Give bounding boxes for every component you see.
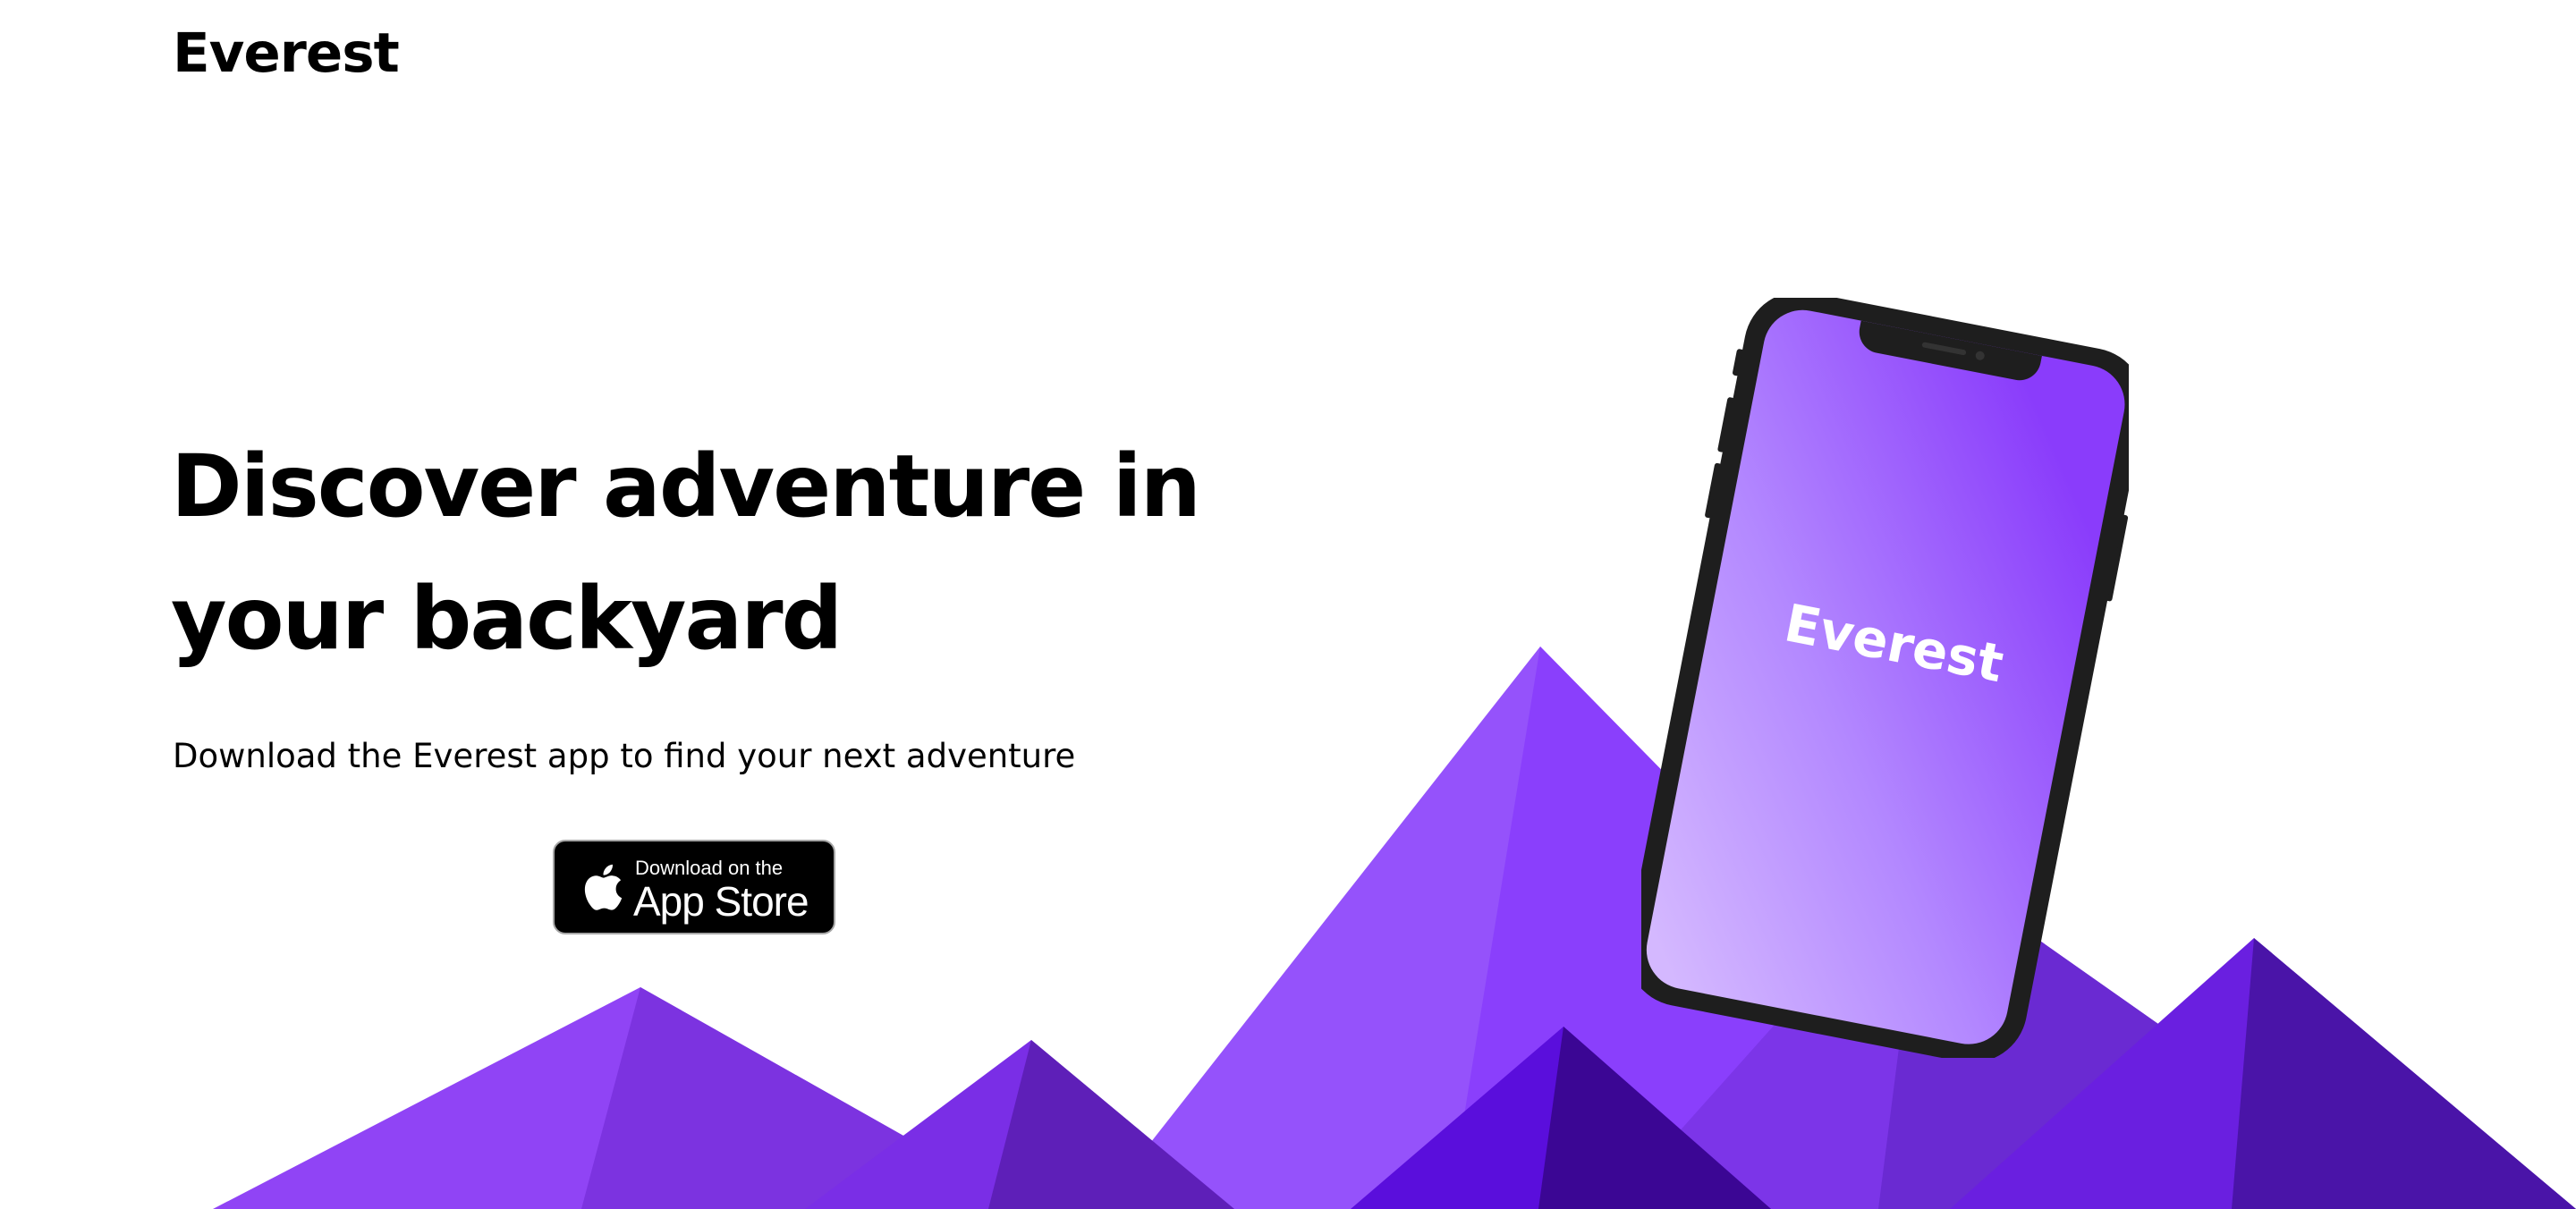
app-store-large-text: App Store (633, 878, 809, 925)
mountain-far-right-shade (2232, 938, 2576, 1209)
hero-title-line-2: your backyard (171, 569, 843, 669)
hero-title: Discover adventure in your backyard (171, 420, 1334, 685)
hero-subtitle: Download the Everest app to find your ne… (173, 737, 1076, 775)
phone-mockup: Everest (1641, 298, 2129, 1058)
phone-screen (1646, 309, 2125, 1044)
app-store-button[interactable]: Download on the App Store (553, 840, 835, 934)
hero-title-line-1: Discover adventure in (171, 436, 1201, 537)
brand-logo[interactable]: Everest (173, 16, 400, 91)
apple-icon (584, 864, 623, 910)
